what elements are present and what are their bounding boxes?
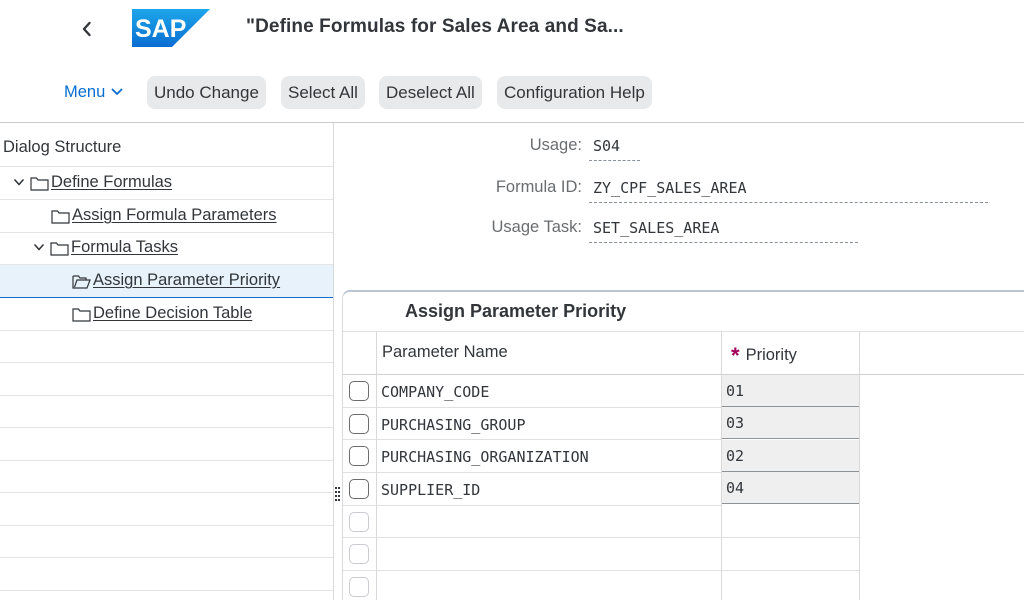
- panel-splitter[interactable]: [333, 123, 334, 600]
- priority-input[interactable]: 01: [722, 375, 859, 407]
- formula-id-underline: [589, 202, 988, 203]
- app-title: "Define Formulas for Sales Area and Sa..…: [246, 16, 624, 37]
- deselect-all-button[interactable]: Deselect All: [379, 76, 482, 109]
- usage-value[interactable]: S04: [593, 137, 620, 155]
- row-select-checkbox[interactable]: [349, 381, 369, 401]
- tree-item-label: Assign Parameter Priority: [93, 271, 281, 290]
- tree-item-assign-parameter-priority[interactable]: Assign Parameter Priority: [0, 265, 334, 298]
- tree-empty-row: [0, 395, 334, 428]
- tree-empty-row: [0, 493, 334, 526]
- parameter-name-cell: COMPANY_CODE: [381, 383, 490, 401]
- tree-item-label: Formula Tasks: [71, 238, 178, 257]
- tree-empty-row: [0, 363, 334, 396]
- tree-empty-row: [0, 558, 334, 591]
- tree-item-formula-tasks[interactable]: Formula Tasks: [0, 232, 334, 265]
- tree-empty-row: [0, 525, 334, 558]
- usage-label: Usage:: [529, 136, 582, 154]
- tree-empty-row: [0, 330, 334, 363]
- tree-item-assign-formula-parameters[interactable]: Assign Formula Parameters: [0, 200, 334, 233]
- usage-task-value[interactable]: SET_SALES_AREA: [593, 219, 719, 237]
- undo-change-button[interactable]: Undo Change: [147, 76, 266, 109]
- chevron-down-icon[interactable]: [32, 241, 46, 255]
- table-title: Assign Parameter Priority: [405, 301, 627, 321]
- select-all-button[interactable]: Select All: [281, 76, 365, 109]
- tree-item-label: Define Decision Table: [93, 304, 253, 323]
- table-col-line: [376, 331, 377, 600]
- required-marker: *: [731, 343, 740, 368]
- column-header-priority[interactable]: * Priority: [731, 340, 797, 368]
- toolbar: Menu Undo Change Select All Deselect All…: [0, 74, 1024, 110]
- formula-id-label: Formula ID:: [495, 178, 582, 196]
- usage-task-label: Usage Task:: [491, 218, 583, 236]
- table-col-line: [859, 331, 860, 600]
- usage-underline: [589, 160, 640, 161]
- formula-id-value[interactable]: ZY_CPF_SALES_AREA: [593, 179, 747, 197]
- tree-item-define-decision-table[interactable]: Define Decision Table: [0, 298, 334, 331]
- parameter-name-cell: PURCHASING_GROUP: [381, 416, 526, 434]
- configuration-help-button[interactable]: Configuration Help: [497, 76, 652, 109]
- row-select-checkbox[interactable]: [349, 544, 369, 564]
- row-select-checkbox[interactable]: [349, 414, 369, 434]
- priority-input[interactable]: 04: [722, 472, 859, 504]
- column-header-priority-label: Priority: [745, 346, 797, 364]
- priority-input[interactable]: 02: [722, 440, 859, 472]
- row-select-checkbox[interactable]: [349, 446, 369, 466]
- open-folder-icon: [72, 275, 91, 289]
- row-select-checkbox[interactable]: [349, 577, 369, 597]
- table-row-line: [343, 570, 859, 571]
- row-select-checkbox[interactable]: [349, 512, 369, 532]
- table-row-line: [343, 407, 722, 408]
- sap-logo: SAP: [132, 9, 210, 47]
- chevron-down-icon[interactable]: [12, 176, 26, 190]
- folder-icon: [30, 177, 49, 191]
- dialog-structure-panel: Dialog Structure Define Formulas Assign …: [0, 123, 334, 600]
- folder-icon: [51, 210, 70, 224]
- parameter-name-cell: PURCHASING_ORGANIZATION: [381, 448, 589, 466]
- folder-icon: [72, 308, 91, 322]
- dialog-structure-title-text: Dialog Structure: [3, 138, 122, 156]
- menu-button[interactable]: Menu: [64, 78, 123, 106]
- table-header-top-line: [343, 331, 1024, 332]
- back-button[interactable]: [72, 14, 102, 44]
- svg-text:SAP: SAP: [135, 15, 186, 43]
- tree-item-label: Assign Formula Parameters: [72, 206, 277, 225]
- table-header-bottom-line: [343, 374, 1024, 375]
- splitter-grip-icon[interactable]: [335, 486, 341, 502]
- row-select-checkbox[interactable]: [349, 479, 369, 499]
- table-row-line: [343, 472, 722, 473]
- folder-icon: [50, 242, 69, 256]
- chevron-left-icon: [82, 21, 91, 37]
- parameter-name-cell: SUPPLIER_ID: [381, 481, 481, 499]
- parameter-priority-table-panel: [342, 290, 1024, 600]
- tree-empty-row: [0, 460, 334, 493]
- column-header-parameter-name[interactable]: Parameter Name: [382, 343, 508, 362]
- chevron-down-icon: [111, 88, 123, 95]
- menu-button-label: Menu: [64, 82, 106, 101]
- tree-item-label: Define Formulas: [51, 173, 173, 192]
- table-row-line: [343, 439, 722, 440]
- priority-input[interactable]: 03: [722, 407, 859, 439]
- tree-item-define-formulas[interactable]: Define Formulas: [0, 167, 334, 200]
- table-row-line: [343, 505, 722, 506]
- table-row-line: [343, 537, 859, 538]
- usage-task-underline: [589, 242, 858, 243]
- tree-empty-row: [0, 428, 334, 461]
- dialog-structure-title: Dialog Structure: [0, 129, 334, 167]
- shell-header: SAP "Define Formulas for Sales Area and …: [0, 0, 1024, 62]
